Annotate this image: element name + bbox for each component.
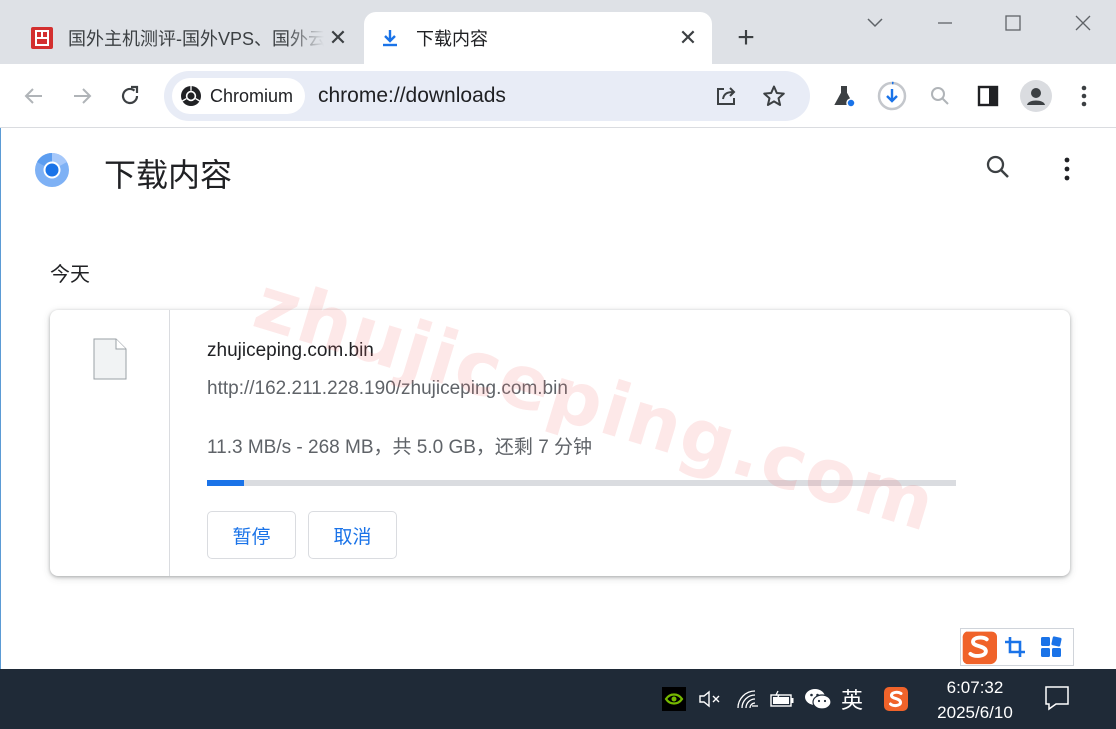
- reload-icon[interactable]: [114, 80, 146, 112]
- wechat-icon[interactable]: [804, 685, 832, 713]
- share-icon[interactable]: [710, 80, 742, 112]
- downloads-progress-icon[interactable]: [876, 80, 908, 112]
- page-title: 下载内容: [104, 156, 233, 194]
- download-filename[interactable]: zhujiceping.com.bin: [207, 340, 374, 362]
- sogou-logo-icon[interactable]: [961, 629, 997, 665]
- maximize-icon[interactable]: [990, 8, 1036, 38]
- browser-menu-icon[interactable]: [1068, 80, 1100, 112]
- search-downloads-icon[interactable]: [985, 154, 1011, 185]
- crop-icon[interactable]: [997, 629, 1033, 665]
- system-clock[interactable]: 6:07:32 2025/6/10: [924, 675, 1026, 725]
- close-window-icon[interactable]: [1060, 8, 1106, 38]
- battery-charging-icon[interactable]: [768, 685, 796, 713]
- download-progress-bar: [207, 480, 956, 486]
- nvidia-icon[interactable]: [662, 687, 686, 711]
- forward-arrow-icon[interactable]: [66, 80, 98, 112]
- zoom-search-icon[interactable]: [924, 80, 956, 112]
- close-tab-icon[interactable]: ✕: [674, 24, 702, 52]
- close-tab-icon[interactable]: ✕: [324, 24, 352, 52]
- chromium-icon: [181, 86, 201, 106]
- taskbar: 英 6:07:32 2025/6/10: [0, 669, 1116, 729]
- ime-toolbar: [960, 628, 1074, 666]
- site-favicon: [30, 26, 54, 50]
- ime-language-indicator[interactable]: 英: [838, 685, 866, 714]
- speaker-muted-icon[interactable]: [696, 685, 724, 713]
- download-item-card: zhujiceping.com.bin http://162.211.228.1…: [50, 310, 1070, 576]
- download-status: 11.3 MB/s - 268 MB，共 5.0 GB，还剩 7 分钟: [207, 437, 593, 458]
- download-icon: [378, 26, 402, 50]
- download-source-url[interactable]: http://162.211.228.190/zhujiceping.com.b…: [207, 378, 568, 400]
- browser-toolbar: Chromium chrome://downloads: [0, 64, 1116, 128]
- clock-date: 2025/6/10: [937, 703, 1013, 722]
- tab-title: 国外主机测评-国外VPS、国外云: [68, 29, 324, 49]
- minimize-icon[interactable]: [922, 8, 968, 38]
- download-progress-fill: [207, 480, 245, 486]
- profile-avatar-icon[interactable]: [1020, 80, 1052, 112]
- file-icon: [93, 338, 127, 385]
- tab-title: 下载内容: [416, 29, 488, 49]
- chip-label: Chromium: [210, 85, 294, 106]
- toolbox-grid-icon[interactable]: [1033, 629, 1069, 665]
- tab-search-chevron-icon[interactable]: [852, 8, 898, 38]
- omnibox[interactable]: Chromium chrome://downloads: [164, 71, 810, 121]
- side-panel-icon[interactable]: [972, 80, 1004, 112]
- notification-center-icon[interactable]: [1044, 685, 1070, 716]
- tab-strip: 国外主机测评-国外VPS、国外云 ✕ 下载内容 ✕ +: [0, 0, 1116, 64]
- url-text[interactable]: chrome://downloads: [318, 84, 506, 108]
- sogou-tray-icon[interactable]: [882, 685, 910, 713]
- tab-zhujiceping[interactable]: 国外主机测评-国外VPS、国外云 ✕: [16, 12, 362, 64]
- bookmark-star-icon[interactable]: [758, 80, 790, 112]
- site-info-chip[interactable]: Chromium: [172, 78, 306, 114]
- downloads-more-icon[interactable]: [1055, 154, 1079, 189]
- cancel-button[interactable]: 取消: [308, 511, 397, 559]
- chromium-logo-icon: [34, 152, 70, 193]
- browser-window: 国外主机测评-国外VPS、国外云 ✕ 下载内容 ✕ + Chromium chr…: [0, 0, 1116, 729]
- file-icon-column: [50, 310, 170, 576]
- wifi-icon[interactable]: [734, 685, 762, 713]
- pause-button[interactable]: 暂停: [207, 511, 296, 559]
- labs-flask-icon[interactable]: [828, 80, 860, 112]
- downloads-page: 下载内容 今天 zhujiceping.com.bin http://162.2…: [0, 128, 1116, 669]
- new-tab-icon[interactable]: +: [732, 21, 760, 54]
- clock-time: 6:07:32: [946, 678, 1004, 697]
- tab-downloads[interactable]: 下载内容 ✕: [364, 12, 712, 64]
- back-arrow-icon[interactable]: [18, 80, 50, 112]
- date-heading: 今天: [50, 264, 90, 286]
